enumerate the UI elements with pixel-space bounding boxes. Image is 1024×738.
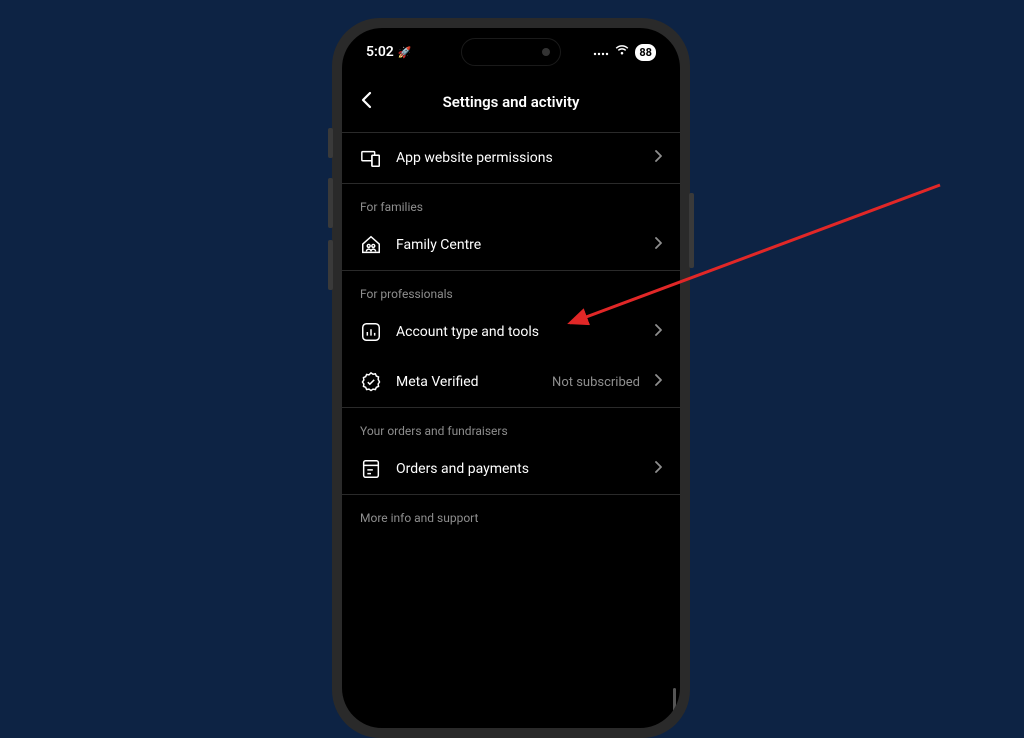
chevron-right-icon <box>654 461 662 477</box>
chevron-right-icon <box>654 150 662 166</box>
side-button <box>328 128 333 158</box>
row-app-website-permissions[interactable]: App website permissions <box>342 133 680 183</box>
row-label: Account type and tools <box>396 324 640 340</box>
phone-frame: 5:02 🚀 88 Settings and activity <box>332 18 690 738</box>
row-label: Meta Verified <box>396 374 538 390</box>
scrollbar-indicator <box>673 688 676 728</box>
chevron-right-icon <box>654 374 662 390</box>
section-families: For families <box>342 184 680 220</box>
volume-down-button <box>328 240 333 290</box>
rocket-icon: 🚀 <box>398 46 412 59</box>
cellular-icon <box>593 44 609 60</box>
status-left: 5:02 🚀 <box>366 44 412 60</box>
power-button <box>689 193 694 268</box>
battery-indicator: 88 <box>635 44 656 61</box>
home-people-icon <box>360 234 382 256</box>
row-meta-verified[interactable]: Meta Verified Not subscribed <box>342 357 680 407</box>
page-header: Settings and activity <box>342 76 680 132</box>
camera-dot <box>542 48 550 56</box>
section-orders: Your orders and fundraisers <box>342 408 680 444</box>
section-more-info: More info and support <box>342 495 680 531</box>
chevron-right-icon <box>654 237 662 253</box>
dynamic-island <box>461 38 561 66</box>
devices-icon <box>360 147 382 169</box>
row-account-type-tools[interactable]: Account type and tools <box>342 307 680 357</box>
row-orders-payments[interactable]: Orders and payments <box>342 444 680 494</box>
phone-screen: 5:02 🚀 88 Settings and activity <box>342 28 680 728</box>
verified-badge-icon <box>360 371 382 393</box>
row-label: Family Centre <box>396 237 640 253</box>
clock: 5:02 <box>366 44 394 60</box>
section-professionals: For professionals <box>342 271 680 307</box>
volume-up-button <box>328 178 333 228</box>
chevron-right-icon <box>654 324 662 340</box>
row-family-centre[interactable]: Family Centre <box>342 220 680 270</box>
row-label: Orders and payments <box>396 461 640 477</box>
chart-square-icon <box>360 321 382 343</box>
page-title: Settings and activity <box>376 93 666 111</box>
status-right: 88 <box>593 44 656 61</box>
row-status: Not subscribed <box>552 375 640 390</box>
row-label: App website permissions <box>396 150 640 166</box>
wifi-icon <box>614 44 630 60</box>
receipt-icon <box>360 458 382 480</box>
battery-level: 88 <box>639 46 652 59</box>
back-button[interactable] <box>356 86 376 118</box>
